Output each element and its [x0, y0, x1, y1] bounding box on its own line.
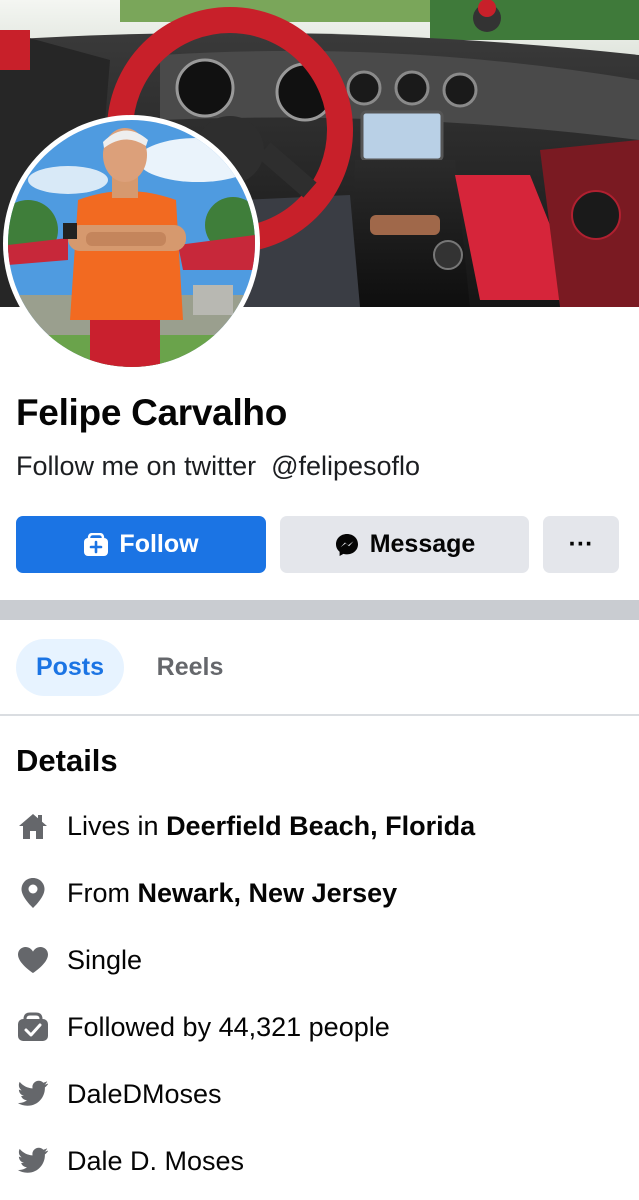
details-heading: Details — [16, 743, 118, 778]
more-dots-icon: ··· — [568, 530, 594, 558]
detail-twitter-handle-text: DaleDMoses — [67, 1078, 222, 1109]
detail-twitter-handle[interactable]: DaleDMoses — [16, 1074, 222, 1114]
message-button[interactable]: Message — [280, 516, 529, 573]
detail-from: From Newark, New Jersey — [16, 873, 397, 913]
detail-twitter-name-text: Dale D. Moses — [67, 1145, 245, 1176]
avatar-image — [8, 120, 255, 367]
tabs-divider — [0, 714, 639, 716]
tab-reels[interactable]: Reels — [140, 639, 240, 696]
detail-relationship-text: Single — [67, 944, 143, 975]
location-pin-icon — [16, 876, 50, 910]
follow-button[interactable]: Follow — [16, 516, 266, 573]
section-divider — [0, 600, 639, 620]
profile-avatar[interactable] — [3, 115, 260, 372]
heart-icon — [16, 943, 50, 977]
followers-icon — [16, 1010, 50, 1044]
detail-relationship: Single — [16, 940, 142, 980]
home-icon — [16, 809, 50, 843]
twitter-icon — [16, 1144, 50, 1178]
message-label: Message — [369, 530, 476, 558]
messenger-icon — [334, 532, 360, 558]
detail-lives-in: Lives in Deerfield Beach, Florida — [16, 806, 475, 846]
detail-from-prefix: From — [67, 877, 138, 908]
detail-lives-in-prefix: Lives in — [67, 810, 167, 841]
profile-name: Felipe Carvalho — [16, 392, 288, 433]
tab-posts-label: Posts — [35, 653, 105, 681]
tab-posts[interactable]: Posts — [16, 639, 124, 696]
detail-twitter-name[interactable]: Dale D. Moses — [16, 1141, 244, 1181]
more-options-button[interactable]: ··· — [543, 516, 619, 573]
detail-followers: Followed by 44,321 people — [16, 1007, 390, 1047]
detail-followers-text: Followed by 44,321 people — [67, 1011, 390, 1042]
follow-icon — [83, 532, 109, 557]
tab-reels-label: Reels — [156, 653, 224, 681]
detail-lives-in-value[interactable]: Deerfield Beach, Florida — [166, 811, 475, 842]
twitter-icon — [16, 1077, 50, 1111]
profile-bio: Follow me on twitter @felipesoflo — [16, 451, 421, 481]
detail-from-value[interactable]: Newark, New Jersey — [138, 878, 398, 909]
follow-label: Follow — [119, 530, 199, 558]
